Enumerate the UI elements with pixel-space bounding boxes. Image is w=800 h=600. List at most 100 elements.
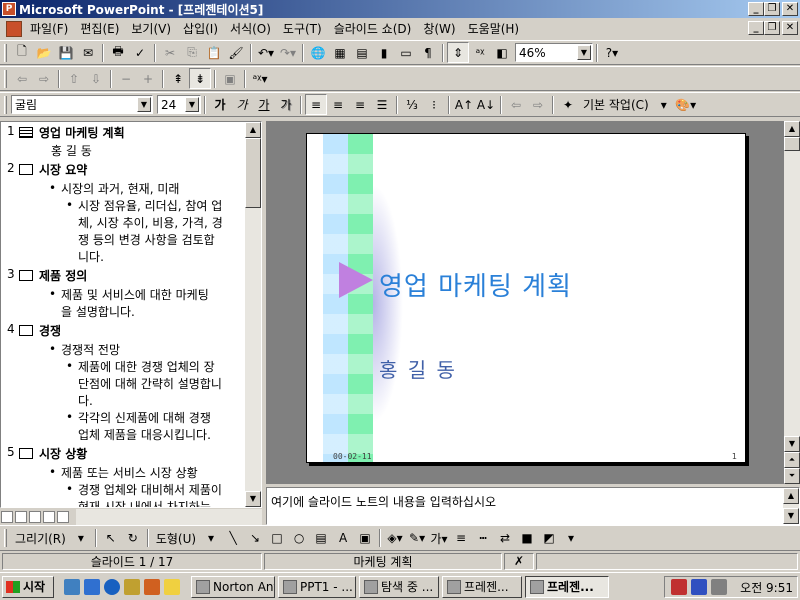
menu-file[interactable]: 파일(F) — [24, 20, 74, 37]
outline-scrollbar[interactable]: ▲ ▼ — [245, 122, 261, 507]
tray-clock[interactable]: 오전 9:51 — [740, 579, 793, 596]
toolbar-grip[interactable] — [4, 69, 7, 88]
dash-style-icon[interactable]: ┅ — [472, 528, 494, 549]
demote-icon[interactable]: ⇨ — [33, 68, 55, 89]
outline-text-line[interactable]: 다. — [78, 393, 93, 410]
slide-view-icon[interactable] — [29, 511, 41, 523]
outline-text-line[interactable]: 시장의 과거, 현재, 미래 — [61, 181, 179, 198]
menu-window[interactable]: 창(W) — [417, 20, 461, 37]
doc-minimize-button[interactable]: _ — [748, 21, 764, 35]
outline-text-line[interactable]: 을 설명합니다. — [61, 304, 135, 321]
document-icon[interactable] — [6, 20, 22, 37]
toolbar-grip[interactable] — [4, 43, 7, 62]
slide-title[interactable]: 영업 마케팅 계획 — [379, 266, 572, 303]
line-color-icon[interactable]: ✎▾ — [406, 528, 428, 549]
menu-slideshow[interactable]: 슬라이드 쇼(D) — [328, 20, 418, 37]
print-icon[interactable]: 🖶 — [107, 42, 129, 63]
outline-text-line[interactable]: 업체 제품을 대응시킵니다. — [78, 427, 211, 444]
expand-all-outline-icon[interactable]: ⇟ — [189, 68, 211, 89]
line-style-icon[interactable]: ≡ — [450, 528, 472, 549]
outline-text-line[interactable]: 시장 점유율, 리더십, 참여 업 — [78, 198, 222, 215]
arrow-style-icon[interactable]: ⇄ — [494, 528, 516, 549]
quicklaunch-ie-icon[interactable] — [104, 578, 120, 595]
align-right-icon[interactable]: ≡ — [349, 94, 371, 115]
email-icon[interactable]: ✉ — [77, 42, 99, 63]
outline-slide-title[interactable]: 영업 마케팅 계획 — [39, 124, 125, 141]
font-size-select[interactable]: 24 ▼ — [157, 95, 201, 114]
line-icon[interactable]: ╲ — [222, 528, 244, 549]
notes-scroll-down-icon[interactable]: ▼ — [783, 508, 799, 524]
outline-text-line[interactable]: 홍 길 동 — [51, 143, 92, 160]
move-down-icon[interactable]: ⇩ — [85, 68, 107, 89]
slide-scroll-thumb[interactable] — [784, 137, 800, 151]
promote-icon[interactable]: ⇦ — [11, 68, 33, 89]
slide-scroll-down-icon[interactable]: ▼ — [784, 436, 800, 452]
quicklaunch-outlook-icon[interactable] — [84, 578, 100, 595]
expand-all-icon[interactable]: ⇕ — [447, 42, 469, 63]
slide-icon[interactable] — [19, 325, 33, 336]
font-name-dropdown-icon[interactable]: ▼ — [137, 97, 151, 112]
slide-icon[interactable] — [19, 164, 33, 175]
slide-show-view-icon[interactable] — [57, 511, 69, 523]
previous-slide-icon[interactable]: ⏶ — [784, 452, 800, 468]
shadow-button[interactable]: 가 — [275, 94, 297, 115]
slide-canvas[interactable]: 영업 마케팅 계획 홍 길 동 00-02-11 1 — [306, 133, 746, 463]
outline-scroll-down-icon[interactable]: ▼ — [245, 491, 261, 507]
quicklaunch-desktop-icon[interactable] — [64, 578, 80, 595]
slide-icon[interactable] — [19, 270, 33, 281]
close-button[interactable]: ✕ — [782, 2, 798, 16]
insert-table-icon[interactable]: ▤ — [351, 42, 373, 63]
outline-text-line[interactable]: 경쟁적 전망 — [61, 342, 120, 359]
restore-button[interactable]: ❐ — [764, 2, 780, 16]
notes-scroll-up-icon[interactable]: ▲ — [783, 488, 799, 504]
font-size-dropdown-icon[interactable]: ▼ — [185, 97, 199, 112]
numbering-icon[interactable]: ⅓ — [401, 94, 423, 115]
fill-color-icon[interactable]: ◈▾ — [384, 528, 406, 549]
draw-menu-dropdown-icon[interactable]: ▾ — [70, 528, 92, 549]
show-formatting-outline-icon[interactable]: ᵃᵡ▾ — [249, 68, 271, 89]
next-slide-icon[interactable]: ⏷ — [784, 468, 800, 484]
expand-icon[interactable]: + — [137, 68, 159, 89]
open-icon[interactable]: 📂 — [33, 42, 55, 63]
autoshapes-button[interactable]: 도형(U) — [152, 528, 200, 549]
outline-text-line[interactable]: 경쟁 업체와 대비해서 제품이 — [78, 482, 222, 499]
outline-content[interactable]: 1 영업 마케팅 계획 홍 길 동 2 시장 요약 • 시장의 과거, 현재, 미래 • 시장 … — [1, 122, 246, 507]
shadow-icon[interactable]: ■ — [516, 528, 538, 549]
rectangle-icon[interactable]: □ — [266, 528, 288, 549]
font-color-icon[interactable]: 가▾ — [428, 528, 450, 549]
powerpoint-app-icon[interactable]: P — [2, 2, 16, 16]
outline-slide-title[interactable]: 시장 상황 — [39, 445, 87, 462]
common-tasks-dropdown-icon[interactable]: ▾ — [653, 94, 675, 115]
notes-text[interactable]: 여기에 슬라이드 노트의 내용을 입력하십시오 — [271, 493, 496, 510]
outline-slide-title[interactable]: 시장 요약 — [39, 161, 87, 178]
hyperlink-icon[interactable]: 🌐 — [307, 42, 329, 63]
underline-button[interactable]: 가 — [253, 94, 275, 115]
menu-insert[interactable]: 삽입(I) — [177, 20, 224, 37]
draw-menu-button[interactable]: 그리기(R) — [11, 528, 70, 549]
cut-icon[interactable]: ✂ — [159, 42, 181, 63]
spelling-icon[interactable]: ✓ — [129, 42, 151, 63]
format-painter-icon[interactable]: 🖌 — [225, 42, 247, 63]
show-formatting-icon[interactable]: ¶ — [417, 42, 439, 63]
decrease-font-icon[interactable]: A↓ — [475, 94, 497, 115]
wordart-icon[interactable]: A — [332, 528, 354, 549]
align-left-icon[interactable]: ≡ — [305, 94, 327, 115]
tables-borders-icon[interactable]: ▦ — [329, 42, 351, 63]
start-button[interactable]: 시작 — [2, 575, 54, 598]
collapse-icon[interactable]: − — [115, 68, 137, 89]
outline-text-line[interactable]: 현재 시장 내에서 차지하는 — [78, 499, 211, 507]
taskbar-task-button[interactable]: 프레젠... — [442, 575, 522, 598]
doc-close-button[interactable]: ✕ — [782, 21, 798, 35]
outline-slide-title[interactable]: 제품 정의 — [39, 267, 87, 284]
minimize-button[interactable]: _ — [748, 2, 764, 16]
notes-scrollbar[interactable]: ▲ ▼ — [783, 488, 799, 524]
slide-icon[interactable] — [19, 448, 33, 459]
outline-text-line[interactable]: 체, 시장 추이, 비용, 가격, 경 — [78, 215, 223, 232]
increase-font-icon[interactable]: A↑ — [453, 94, 475, 115]
clip-art-icon[interactable]: ▣ — [354, 528, 376, 549]
toolbar-grip[interactable] — [4, 529, 7, 547]
tray-antivirus-icon[interactable] — [671, 579, 687, 595]
demote-format-icon[interactable]: ⇨ — [527, 94, 549, 115]
text-box-icon[interactable]: ▤ — [310, 528, 332, 549]
tray-ime-icon[interactable] — [691, 579, 707, 595]
